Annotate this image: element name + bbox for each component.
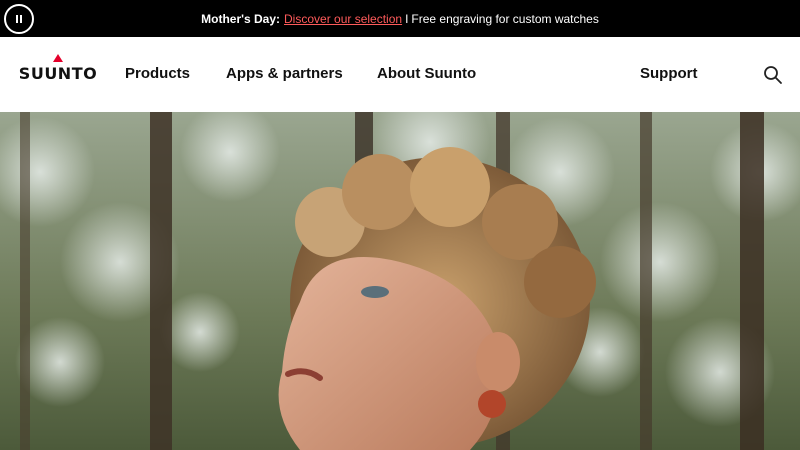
logo-text: SUUNTO (18, 64, 98, 83)
pause-button[interactable] (4, 4, 34, 34)
logo-triangle-icon (53, 54, 63, 62)
nav-products[interactable]: Products (125, 65, 190, 82)
nav-about-suunto[interactable]: About Suunto (377, 65, 476, 82)
discover-selection-link[interactable]: Discover our selection (284, 12, 402, 26)
nav-apps-partners[interactable]: Apps & partners (226, 65, 343, 82)
announcement-lead: Mother's Day: (201, 11, 281, 26)
announcement-text: Free engraving for custom watches (411, 11, 599, 26)
pause-icon (16, 15, 22, 23)
site-header: SUUNTO Products Apps & partners About Su… (0, 37, 800, 112)
nav-support[interactable]: Support (640, 65, 698, 82)
suunto-logo[interactable]: SUUNTO (18, 54, 98, 88)
hero-image (0, 112, 800, 450)
search-icon (764, 66, 782, 84)
announcement-separator: I (405, 11, 409, 26)
announcement-bar: Mother's Day: Discover our selection I F… (0, 0, 800, 37)
search-button[interactable] (762, 64, 784, 86)
